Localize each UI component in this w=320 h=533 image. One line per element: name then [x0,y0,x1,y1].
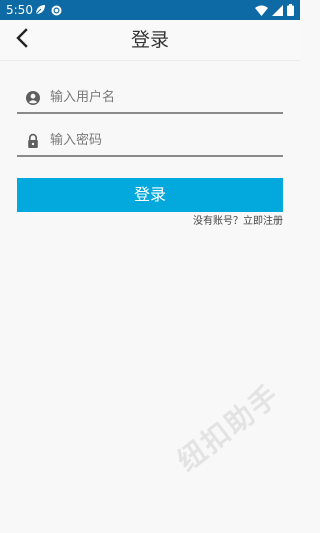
username-field[interactable] [17,84,283,114]
watermark: 纽扣助手 [171,378,286,478]
password-input[interactable] [50,129,275,151]
password-field[interactable] [17,127,283,157]
account-circle-icon [25,90,41,106]
status-bar: 5:50 [0,0,300,20]
status-time: 5:50 [6,3,33,17]
username-input[interactable] [50,86,275,108]
lock-icon [25,133,41,149]
battery-icon [287,4,294,16]
register-link[interactable]: 没有账号？立即注册 [193,215,283,229]
page-title: 登录 [130,29,169,51]
cellular-signal-icon [272,4,283,16]
app-bar: 登录 [0,20,300,61]
leaf-icon [34,4,46,16]
login-button[interactable]: 登录 [17,178,283,212]
wifi-icon [255,5,268,16]
sync-icon [51,5,62,16]
